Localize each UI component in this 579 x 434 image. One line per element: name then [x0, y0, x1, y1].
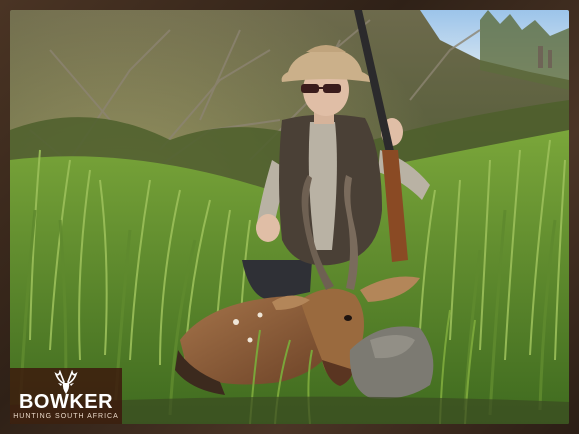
- hunting-photo: [10, 10, 569, 424]
- brand-name: BOWKER: [18, 391, 114, 413]
- brand-tagline: HUNTING SOUTH AFRICA: [13, 413, 119, 420]
- photo-frame: BOWKER HUNTING SOUTH AFRICA: [0, 0, 579, 434]
- brand-logo: BOWKER HUNTING SOUTH AFRICA: [10, 368, 122, 424]
- photo-illustration: [10, 10, 569, 424]
